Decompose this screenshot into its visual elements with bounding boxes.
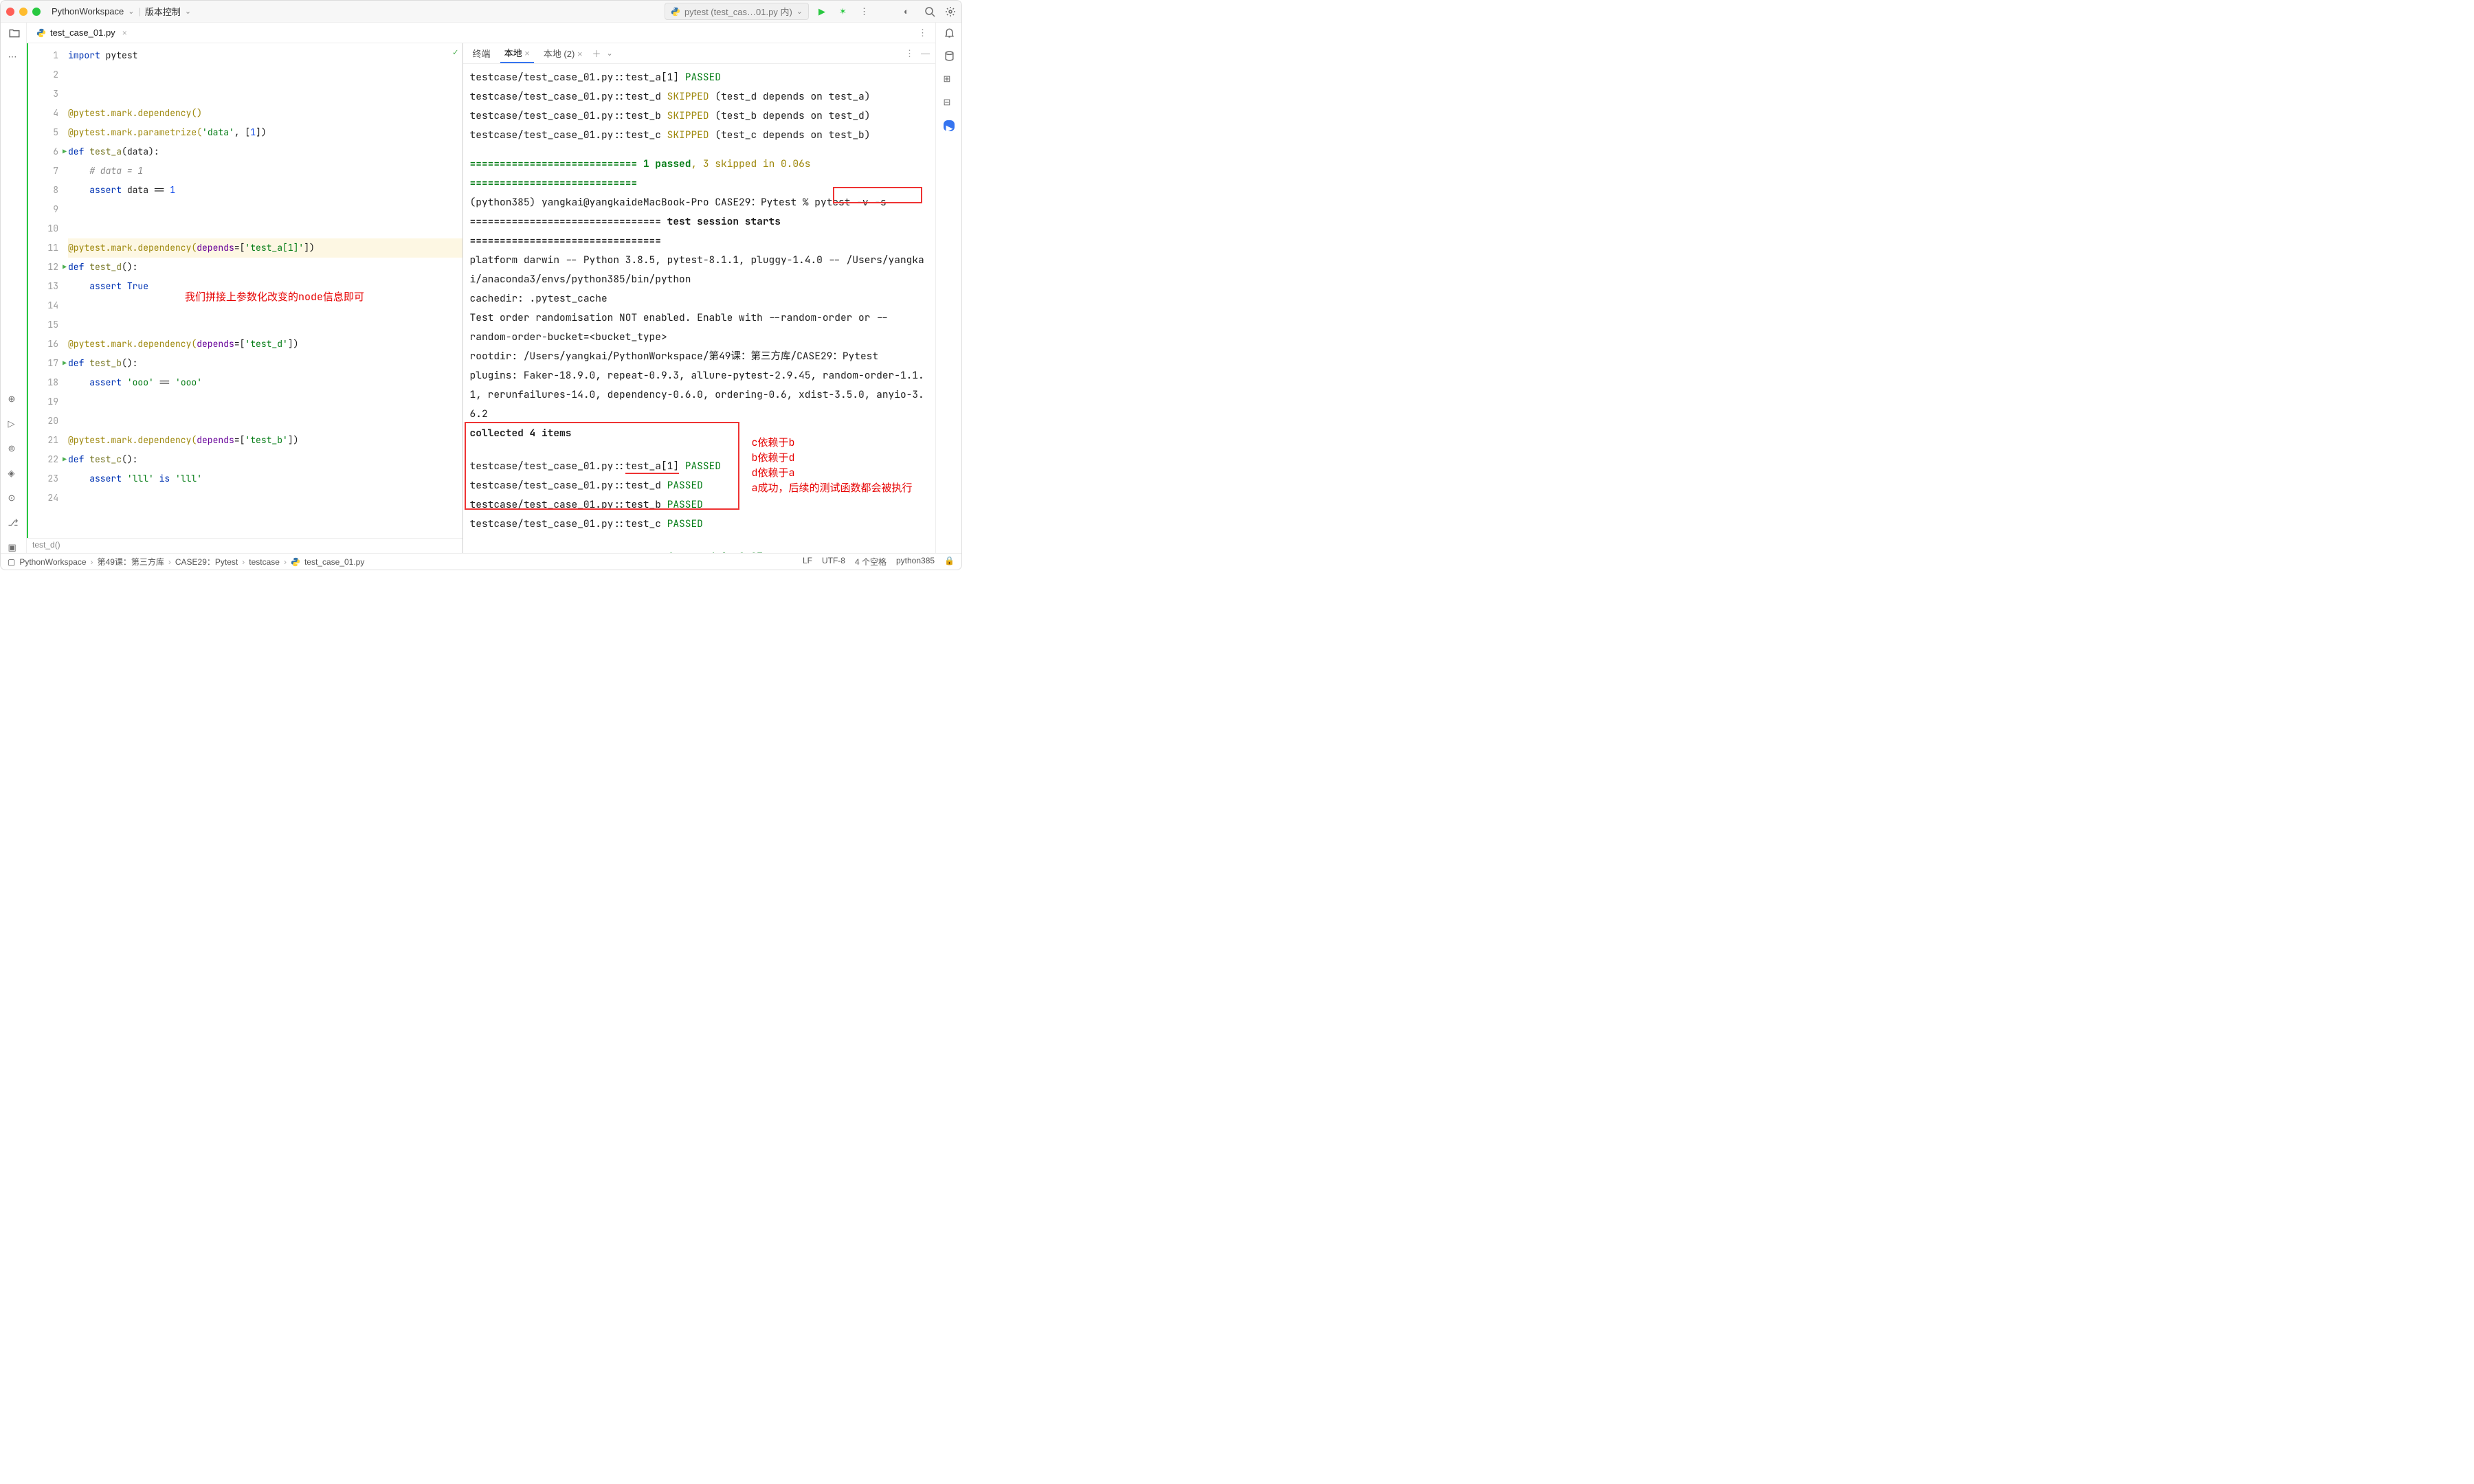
- breadcrumb-item[interactable]: PythonWorkspace: [19, 557, 86, 567]
- code-crumb[interactable]: test_d(): [27, 538, 463, 553]
- settings-icon[interactable]: [945, 6, 956, 17]
- more-icon[interactable]: ⋯: [8, 52, 19, 63]
- chevron-down-icon[interactable]: ⌄: [607, 49, 613, 58]
- notifications-icon[interactable]: [944, 27, 955, 38]
- close-icon[interactable]: ×: [122, 28, 127, 38]
- terminal-tab[interactable]: 本地 (2) ×: [539, 44, 587, 63]
- lock-icon[interactable]: 🔒: [944, 556, 955, 567]
- project-name[interactable]: PythonWorkspace: [52, 6, 124, 16]
- git-icon[interactable]: ⎇: [8, 517, 19, 528]
- search-icon[interactable]: [924, 6, 935, 17]
- debug-icon[interactable]: ✶: [839, 6, 850, 17]
- database-icon[interactable]: [944, 50, 955, 61]
- file-tab-label: test_case_01.py: [50, 27, 115, 38]
- breadcrumb-item[interactable]: testcase: [249, 557, 280, 567]
- python-icon: [291, 557, 300, 567]
- editor-tabs: test_case_01.py × ⋮: [27, 23, 935, 43]
- terminal-tab[interactable]: 本地 ×: [500, 43, 534, 63]
- close-icon[interactable]: [6, 8, 14, 16]
- annotation-label: 我们拼接上参数化改变的node信息即可: [185, 289, 364, 304]
- breadcrumb-item[interactable]: 第49课：第三方库: [98, 556, 164, 567]
- services-icon[interactable]: ⊜: [8, 443, 19, 454]
- terminal-icon[interactable]: ▣: [8, 542, 19, 553]
- sci-icon[interactable]: ⊞: [944, 74, 955, 85]
- packages-icon[interactable]: ◈: [8, 468, 19, 479]
- run-tool-icon[interactable]: ▷: [8, 418, 19, 429]
- inspection-ok-icon[interactable]: ✓: [453, 46, 458, 58]
- status-interpreter[interactable]: python385: [896, 556, 935, 567]
- status-bar: ▢ PythonWorkspace› 第49课：第三方库› CASE29：Pyt…: [1, 553, 961, 570]
- chevron-down-icon[interactable]: ⌄: [796, 7, 803, 16]
- vcs-menu[interactable]: 版本控制: [145, 5, 181, 18]
- run-icon[interactable]: ▶: [818, 6, 829, 17]
- tab-more-icon[interactable]: ⋮: [914, 27, 931, 38]
- python-console-icon[interactable]: ⊕: [8, 394, 19, 405]
- status-indent[interactable]: 4 个空格: [855, 556, 887, 567]
- more-icon[interactable]: ⋮: [905, 48, 914, 59]
- python-icon: [671, 7, 680, 16]
- chevron-down-icon[interactable]: ⌄: [128, 7, 134, 16]
- run-config-label: pytest (test_cas…01.py 内): [684, 5, 792, 18]
- folder-icon[interactable]: [8, 27, 19, 38]
- run-config-selector[interactable]: pytest (test_cas…01.py 内) ⌄: [665, 3, 809, 20]
- breadcrumb-item[interactable]: CASE29：Pytest: [175, 556, 238, 567]
- minimize-icon[interactable]: [19, 8, 27, 16]
- file-tab[interactable]: test_case_01.py ×: [31, 25, 133, 41]
- python-icon: [36, 28, 46, 38]
- terminal-output[interactable]: testcase/test_case_01.py::test_a[1] PASS…: [463, 64, 935, 553]
- annotation-box: [833, 187, 922, 203]
- annotation-box: [465, 422, 739, 510]
- terminal-label: 终端: [469, 44, 495, 63]
- status-lf[interactable]: LF: [803, 556, 812, 567]
- titlebar: PythonWorkspace ⌄ | 版本控制 ⌄ pytest (test_…: [1, 1, 961, 23]
- ai-assistant-icon[interactable]: ▶_: [944, 120, 955, 131]
- breadcrumb-item[interactable]: test_case_01.py: [304, 557, 364, 567]
- more-icon[interactable]: ⋮: [860, 6, 871, 17]
- maximize-icon[interactable]: [32, 8, 41, 16]
- annotation-label: c依赖于b b依赖于d d依赖于a a成功，后续的测试函数都会被执行: [752, 435, 913, 495]
- line-gutter[interactable]: 12345 678910 1112131415 1617181920 21222…: [27, 43, 68, 538]
- chevron-down-icon[interactable]: ⌄: [185, 7, 191, 16]
- breadcrumb-root-icon[interactable]: ▢: [8, 557, 15, 567]
- right-toolbar: ⊞ ⊟ ▶_: [935, 23, 961, 553]
- user-icon[interactable]: ◐: [904, 6, 915, 17]
- left-toolbar: ⋯ ⊕ ▷ ⊜ ◈ ⊙ ⎇ ▣: [1, 23, 27, 553]
- status-encoding[interactable]: UTF-8: [822, 556, 845, 567]
- add-terminal-icon[interactable]: ＋: [592, 47, 601, 60]
- problems-icon[interactable]: ⊙: [8, 493, 19, 504]
- structure-icon[interactable]: ⊟: [944, 97, 955, 108]
- minimize-panel-icon[interactable]: —: [921, 48, 930, 59]
